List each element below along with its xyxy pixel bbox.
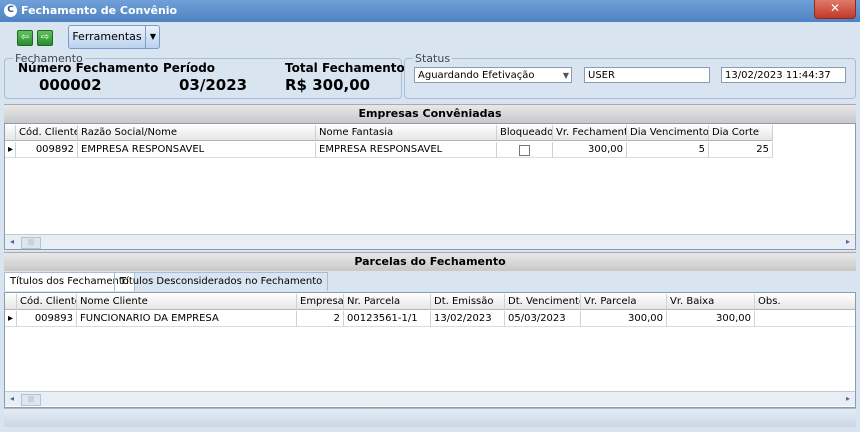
scroll-thumb[interactable]: ||| xyxy=(21,237,41,249)
parcelas-section-header: Parcelas do Fechamento xyxy=(4,252,856,271)
empresas-horizontal-scrollbar[interactable]: ◂ ||| ▸ xyxy=(5,234,855,249)
column-header[interactable]: Bloqueado xyxy=(497,125,553,141)
periodo-value: 03/2023 xyxy=(179,76,248,94)
scroll-left-icon[interactable]: ◂ xyxy=(5,235,19,249)
ferramentas-button[interactable]: Ferramentas ▼ xyxy=(68,25,160,49)
column-header[interactable]: Dia Corte xyxy=(709,125,773,141)
arrow-left-icon[interactable]: ⇦ xyxy=(17,30,33,46)
close-button[interactable]: ✕ xyxy=(814,0,856,19)
column-header[interactable]: Dia Vencimento xyxy=(627,125,709,141)
cell-cod-cliente[interactable]: 009893 xyxy=(17,311,77,327)
status-select[interactable]: Aguardando Efetivação ▼ xyxy=(414,67,572,83)
column-header[interactable]: Obs. xyxy=(755,294,855,310)
column-header[interactable]: Razão Social/Nome xyxy=(78,125,316,141)
column-header[interactable]: Empresa xyxy=(297,294,344,310)
app-logo-icon: C xyxy=(4,4,17,17)
scroll-right-icon[interactable]: ▸ xyxy=(841,392,855,406)
total-label: Total Fechamento xyxy=(285,61,405,75)
title-bar: C Fechamento de Convênio ✕ xyxy=(0,0,860,22)
window-title: Fechamento de Convênio xyxy=(21,4,178,17)
row-indicator-header xyxy=(5,294,17,310)
column-header[interactable]: Vr. Fechamento xyxy=(553,125,627,141)
cell-bloqueado[interactable] xyxy=(497,142,553,158)
row-indicator-icon: ▸ xyxy=(5,142,16,158)
scroll-right-icon[interactable]: ▸ xyxy=(841,235,855,249)
cell-dia-vencimento[interactable]: 5 xyxy=(627,142,709,158)
column-header[interactable]: Dt. Emissão xyxy=(431,294,505,310)
scroll-left-icon[interactable]: ◂ xyxy=(5,392,19,406)
cell-vr-fechamento[interactable]: 300,00 xyxy=(553,142,627,158)
empresas-grid: Cód. Cliente Razão Social/Nome Nome Fant… xyxy=(4,123,856,250)
user-field[interactable]: USER xyxy=(584,67,710,83)
column-header[interactable]: Nome Fantasia xyxy=(316,125,497,141)
column-header[interactable]: Cód. Cliente xyxy=(16,125,78,141)
parcelas-horizontal-scrollbar[interactable]: ◂ ||| ▸ xyxy=(5,391,855,406)
arrow-right-icon[interactable]: ⇨ xyxy=(37,30,53,46)
column-header[interactable]: Nr. Parcela xyxy=(344,294,431,310)
total-value: R$ 300,00 xyxy=(285,76,371,94)
cell-obs[interactable] xyxy=(755,311,855,327)
cell-nr-parcela[interactable]: 00123561-1/1 xyxy=(344,311,431,327)
parcelas-grid: Cód. Cliente Nome Cliente Empresa Nr. Pa… xyxy=(4,292,856,408)
row-indicator-header xyxy=(5,125,16,141)
scroll-thumb[interactable]: ||| xyxy=(21,394,41,406)
chevron-down-icon[interactable]: ▼ xyxy=(563,68,569,84)
numero-label: Número Fechamento xyxy=(18,61,159,75)
status-select-value: Aguardando Efetivação xyxy=(418,70,535,81)
cell-nome-cliente[interactable]: FUNCIONARIO DA EMPRESA xyxy=(77,311,297,327)
empresas-section-header: Empresas Convêniadas xyxy=(4,104,856,123)
column-header[interactable]: Cód. Cliente xyxy=(17,294,77,310)
cell-dt-emissao[interactable]: 13/02/2023 xyxy=(431,311,505,327)
cell-vr-baixa[interactable]: 300,00 xyxy=(667,311,755,327)
numero-value: 000002 xyxy=(39,76,102,94)
cell-vr-parcela[interactable]: 300,00 xyxy=(581,311,667,327)
cell-dia-corte[interactable]: 25 xyxy=(709,142,773,158)
column-header[interactable]: Nome Cliente xyxy=(77,294,297,310)
status-bar xyxy=(4,408,856,427)
cell-nome-fantasia[interactable]: EMPRESA RESPONSAVEL xyxy=(316,142,497,158)
column-header[interactable]: Vr. Baixa xyxy=(667,294,755,310)
cell-dt-vencimento[interactable]: 05/03/2023 xyxy=(505,311,581,327)
ferramentas-label: Ferramentas xyxy=(72,30,142,43)
column-header[interactable]: Vr. Parcela xyxy=(581,294,667,310)
chevron-down-icon[interactable]: ▼ xyxy=(145,26,160,48)
periodo-label: Período xyxy=(163,61,216,75)
cell-empresa[interactable]: 2 xyxy=(297,311,344,327)
cell-razao-social[interactable]: EMPRESA RESPONSAVEL xyxy=(78,142,316,158)
status-legend: Status xyxy=(415,52,451,65)
bloqueado-checkbox[interactable] xyxy=(519,145,530,156)
datetime-field[interactable]: 13/02/2023 11:44:37 xyxy=(721,67,846,83)
tab-titulos-desconsiderados[interactable]: Títulos Desconsiderados no Fechamento xyxy=(114,272,329,291)
column-header[interactable]: Dt. Vencimento xyxy=(505,294,581,310)
row-indicator-icon: ▸ xyxy=(5,311,17,327)
toolbar: ⇦ ⇨ Ferramentas ▼ xyxy=(0,22,860,52)
cell-cod-cliente[interactable]: 009892 xyxy=(16,142,78,158)
